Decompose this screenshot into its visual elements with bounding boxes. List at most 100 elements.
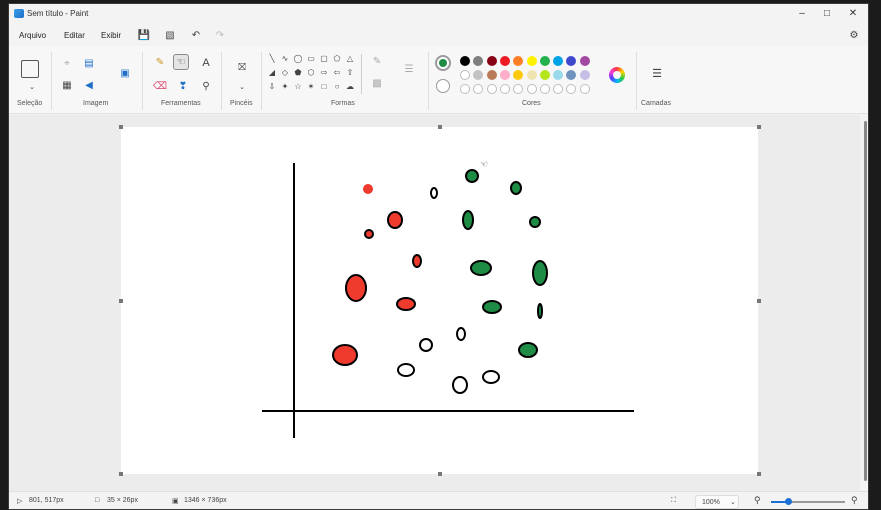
color-swatch[interactable] xyxy=(486,56,497,66)
custom-color-slot[interactable] xyxy=(579,84,590,94)
settings-button[interactable]: ⚙ xyxy=(847,29,861,43)
zoom-slider[interactable] xyxy=(789,501,845,503)
pentagon-shape-icon[interactable]: ⬟ xyxy=(293,68,303,78)
color-picker-button[interactable]: ❣ xyxy=(175,79,191,95)
menu-arquivo[interactable]: Arquivo xyxy=(19,31,46,40)
primary-color-swatch[interactable] xyxy=(435,55,451,71)
callout-cloud-shape-icon[interactable]: ☁ xyxy=(345,82,355,92)
select-dropdown-chevron-icon[interactable]: ⌄ xyxy=(24,80,40,96)
zoom-in-icon[interactable]: ⚲ xyxy=(851,495,858,506)
canvas-resize-handle[interactable] xyxy=(438,125,442,129)
color-swatch[interactable] xyxy=(486,70,497,80)
menu-editar[interactable]: Editar xyxy=(64,31,85,40)
custom-color-slot[interactable] xyxy=(486,84,497,94)
select-tool-button[interactable] xyxy=(21,60,39,78)
maximize-button[interactable]: □ xyxy=(817,7,837,21)
custom-color-slot[interactable] xyxy=(499,84,510,94)
five-point-star-shape-icon[interactable]: ☆ xyxy=(293,82,303,92)
custom-color-slot[interactable] xyxy=(526,84,537,94)
color-swatch[interactable] xyxy=(499,70,510,80)
arrow-down-shape-icon[interactable]: ⇩ xyxy=(267,82,277,92)
vertical-scrollbar-thumb[interactable] xyxy=(864,121,867,481)
hexagon-shape-icon[interactable]: ⬡ xyxy=(306,68,316,78)
color-swatch[interactable] xyxy=(526,70,537,80)
vertical-scrollbar[interactable] xyxy=(861,115,868,491)
color-swatch[interactable] xyxy=(579,56,590,66)
rotate-button[interactable]: ▦ xyxy=(59,78,75,94)
size-button[interactable]: ☰ xyxy=(401,62,417,78)
close-button[interactable]: ✕ xyxy=(843,7,863,21)
color-swatch[interactable] xyxy=(566,70,577,80)
drawing-canvas[interactable]: ☜ xyxy=(121,127,758,474)
redo-button[interactable]: ↷ xyxy=(213,29,227,43)
color-swatch[interactable] xyxy=(513,70,524,80)
color-swatch[interactable] xyxy=(553,56,564,66)
diamond-shape-icon[interactable]: ◇ xyxy=(280,68,290,78)
six-point-star-shape-icon[interactable]: ✶ xyxy=(306,82,316,92)
rectangle-shape-icon[interactable]: ▭ xyxy=(306,54,316,64)
triangle-shape-icon[interactable]: △ xyxy=(345,54,355,64)
pencil-button[interactable]: ✎ xyxy=(152,55,168,71)
polygon-shape-icon[interactable]: ⬠ xyxy=(332,54,342,64)
color-swatch[interactable] xyxy=(473,70,484,80)
zoom-slider-knob[interactable] xyxy=(785,498,792,505)
canvas-resize-handle[interactable] xyxy=(757,125,761,129)
color-swatch[interactable] xyxy=(513,56,524,66)
custom-color-slot[interactable] xyxy=(473,84,484,94)
layers-button[interactable]: ☰ xyxy=(649,66,665,82)
text-button[interactable]: A xyxy=(198,55,214,71)
shape-fill-button[interactable]: ▩ xyxy=(369,76,385,92)
menu-exibir[interactable]: Exibir xyxy=(101,31,121,40)
color-swatch[interactable] xyxy=(579,70,590,80)
curve-shape-icon[interactable]: ∿ xyxy=(280,54,290,64)
minimize-button[interactable]: – xyxy=(792,7,812,21)
eraser-button[interactable]: ⌫ xyxy=(152,79,168,95)
undo-button[interactable]: ↶ xyxy=(189,29,203,43)
custom-color-slot[interactable] xyxy=(460,84,470,94)
arrow-up-shape-icon[interactable]: ⇧ xyxy=(345,68,355,78)
magnifier-button[interactable]: ⚲ xyxy=(198,79,214,95)
save-button[interactable]: 💾 xyxy=(137,29,151,43)
flip-button[interactable]: ◀ xyxy=(81,78,97,94)
callout-oval-shape-icon[interactable]: ○ xyxy=(332,82,342,92)
arrow-right-shape-icon[interactable]: ⇨ xyxy=(319,68,329,78)
color-swatch[interactable] xyxy=(473,56,484,66)
color-swatch[interactable] xyxy=(553,70,564,80)
zoom-out-icon[interactable]: ⚲ xyxy=(754,495,761,506)
color-swatch[interactable] xyxy=(539,70,550,80)
rounded-rectangle-shape-icon[interactable]: ▢ xyxy=(319,54,329,64)
line-shape-icon[interactable]: ╲ xyxy=(267,54,277,64)
color-swatch[interactable] xyxy=(526,56,537,66)
edit-colors-button[interactable] xyxy=(609,67,625,83)
custom-color-slot[interactable] xyxy=(566,84,577,94)
canvas-resize-handle[interactable] xyxy=(119,299,123,303)
canvas-resize-handle[interactable] xyxy=(757,299,761,303)
callout-rectangle-shape-icon[interactable]: □ xyxy=(319,82,329,92)
color-swatch[interactable] xyxy=(499,56,510,66)
fill-button[interactable]: ☜ xyxy=(173,54,189,70)
four-point-star-shape-icon[interactable]: ✦ xyxy=(280,82,290,92)
custom-color-slot[interactable] xyxy=(539,84,550,94)
brush-dropdown-chevron-icon[interactable]: ⌄ xyxy=(234,80,250,96)
arrow-left-shape-icon[interactable]: ⇦ xyxy=(332,68,342,78)
outline-button[interactable]: ✎ xyxy=(369,54,385,70)
canvas-resize-handle[interactable] xyxy=(119,125,123,129)
zoom-select[interactable]: 100% ⌄ xyxy=(695,495,739,509)
custom-color-slot[interactable] xyxy=(553,84,564,94)
right-triangle-shape-icon[interactable]: ◢ xyxy=(267,68,277,78)
open-button[interactable]: ▧ xyxy=(163,29,177,43)
canvas-resize-handle[interactable] xyxy=(438,472,442,476)
canvas-resize-handle[interactable] xyxy=(757,472,761,476)
custom-color-slot[interactable] xyxy=(513,84,524,94)
image-select-button[interactable]: ▣ xyxy=(117,66,133,82)
crop-button[interactable]: ⌖ xyxy=(59,56,75,72)
resize-button[interactable]: ▤ xyxy=(81,56,97,72)
oval-shape-icon[interactable]: ◯ xyxy=(293,54,303,64)
secondary-color-swatch[interactable] xyxy=(436,79,450,93)
color-swatch[interactable] xyxy=(460,56,470,66)
color-swatch[interactable] xyxy=(460,70,470,80)
fit-to-window-icon[interactable]: ⛶ xyxy=(671,497,676,505)
canvas-resize-handle[interactable] xyxy=(119,472,123,476)
color-swatch[interactable] xyxy=(566,56,577,66)
brush-button[interactable]: ⛝ xyxy=(233,60,251,78)
